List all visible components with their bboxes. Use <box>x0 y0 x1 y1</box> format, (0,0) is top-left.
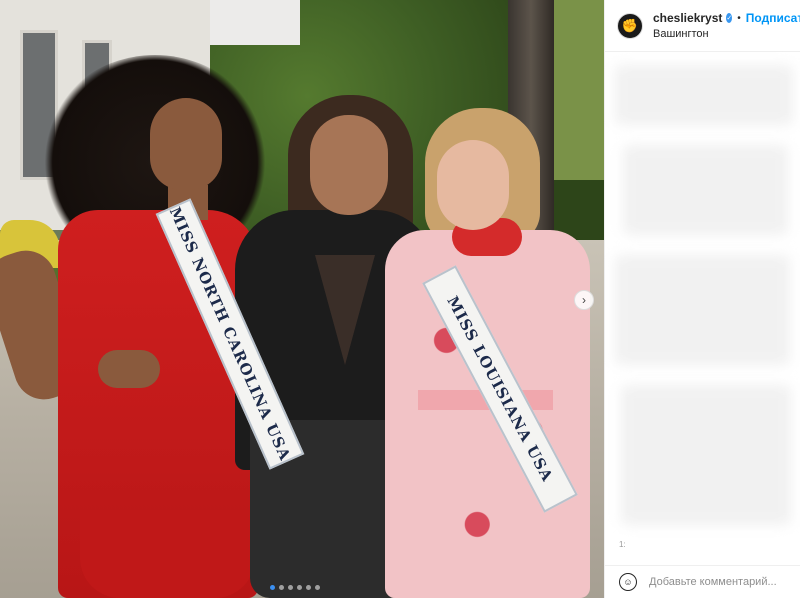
instagram-post: MISS NORTH CAROLINA USA MISS LOUISIANA U… <box>0 0 800 598</box>
avatar[interactable]: ✊ <box>617 12 643 39</box>
carousel-dots <box>270 585 320 590</box>
background-building-far <box>210 0 300 45</box>
person-right-face <box>437 140 509 230</box>
carousel-dot <box>279 585 284 590</box>
person-middle-face <box>310 115 388 215</box>
person-left-hand <box>98 350 160 388</box>
stray-text: 1: <box>619 540 626 549</box>
separator-dot: • <box>737 12 741 24</box>
person-left-dress-hem <box>80 510 255 598</box>
carousel-dot <box>288 585 293 590</box>
post-sidebar: ✊ chesliekryst ✓ • Подписат Вашингтон 1:… <box>604 0 800 598</box>
chevron-right-icon[interactable]: › <box>574 290 594 310</box>
comment-input[interactable]: Добавьте комментарий... <box>649 576 777 588</box>
carousel-dot <box>315 585 320 590</box>
person-right-floral-dress <box>385 230 590 598</box>
header-row: chesliekryst ✓ • Подписат <box>653 11 800 25</box>
blurred-block <box>621 385 791 525</box>
blurred-comments <box>615 65 793 545</box>
location-link[interactable]: Вашингтон <box>653 28 800 40</box>
username-link[interactable]: chesliekryst <box>653 11 722 25</box>
post-photo[interactable]: MISS NORTH CAROLINA USA MISS LOUISIANA U… <box>0 0 604 598</box>
header-text: chesliekryst ✓ • Подписат Вашингтон <box>653 11 800 40</box>
follow-button[interactable]: Подписат <box>746 11 800 25</box>
person-left-face <box>150 98 222 190</box>
comment-bar: ☺ Добавьте комментарий... <box>605 565 800 598</box>
blurred-block <box>615 65 793 125</box>
verified-badge-icon: ✓ <box>726 13 733 23</box>
smiley-icon[interactable]: ☺ <box>619 573 637 591</box>
post-header: ✊ chesliekryst ✓ • Подписат Вашингтон <box>605 0 800 52</box>
fist-avatar-icon: ✊ <box>621 17 639 33</box>
carousel-dot <box>297 585 302 590</box>
carousel-dot <box>306 585 311 590</box>
blurred-block <box>615 255 790 365</box>
blurred-block <box>623 145 788 235</box>
carousel-dot-active <box>270 585 275 590</box>
